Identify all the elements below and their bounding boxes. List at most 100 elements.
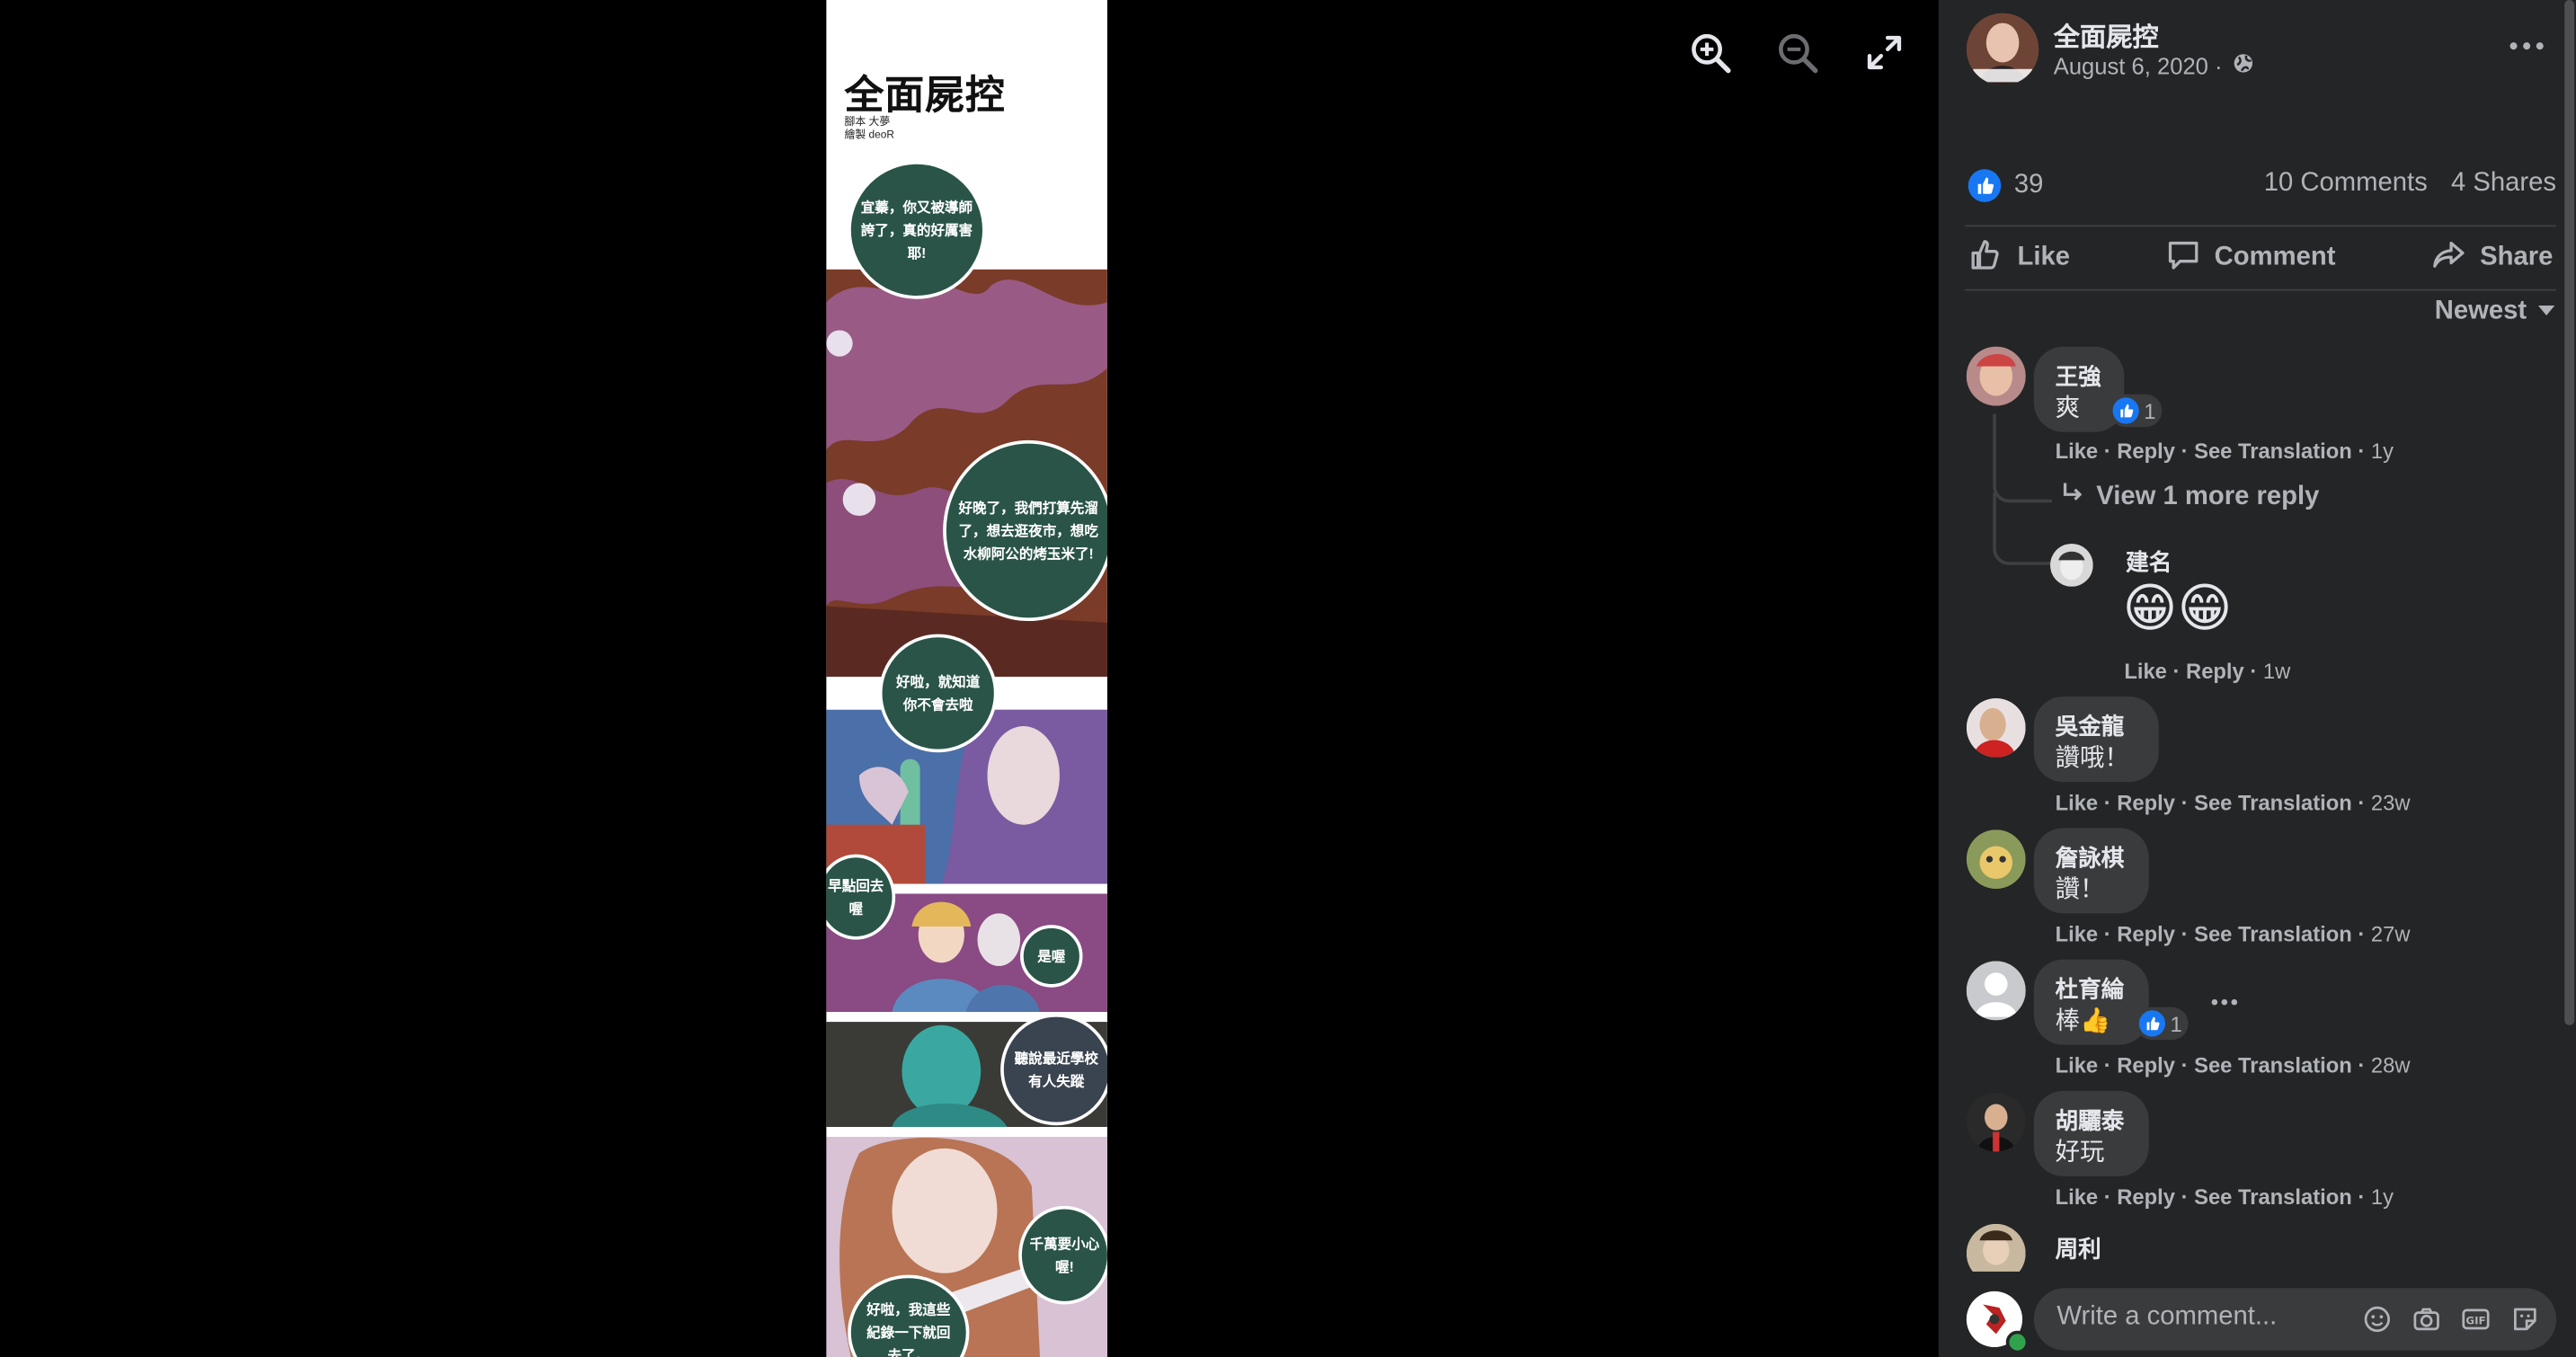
- reaction-count: 1: [2170, 1011, 2182, 1036]
- view-more-replies[interactable]: View 1 more reply: [2060, 482, 2319, 513]
- divider: [1965, 288, 2557, 291]
- gif-icon[interactable]: GIF: [2461, 1305, 2491, 1335]
- comic-speech-bubble: 宜蓁，你又被導師誇了，真的好厲害耶!: [848, 161, 986, 299]
- comment-time[interactable]: 1y: [2371, 1184, 2394, 1209]
- camera-icon[interactable]: [2412, 1305, 2441, 1335]
- commenter-avatar[interactable]: [1966, 1092, 2026, 1152]
- more-options-icon[interactable]: [2507, 30, 2553, 63]
- my-avatar[interactable]: [1966, 1290, 2030, 1354]
- comment-sort-dropdown[interactable]: Newest: [2435, 297, 2556, 327]
- like-count: 39: [2013, 171, 2044, 200]
- like-button[interactable]: Like: [1965, 235, 2074, 279]
- comment-meta: Like · Reply · See Translation · 23w: [2055, 790, 2411, 815]
- sort-label: Newest: [2434, 297, 2527, 325]
- svg-text:GIF: GIF: [2465, 1314, 2485, 1326]
- commenter-name[interactable]: 詹詠棋: [2056, 841, 2127, 874]
- comment-button[interactable]: Comment: [2162, 235, 2339, 279]
- post-date[interactable]: August 6, 2020 ·: [2054, 52, 2223, 78]
- thread-line: [1993, 492, 2052, 565]
- comment-time[interactable]: 1y: [2371, 439, 2394, 463]
- thread-line: [1993, 413, 2052, 503]
- comment-reply-link[interactable]: Reply: [2117, 439, 2175, 463]
- reply-time[interactable]: 1w: [2263, 659, 2290, 683]
- like-reaction-icon: [2138, 1010, 2166, 1037]
- comic-image[interactable]: 全面屍控 腳本 大夢 繪製 deoR 宜蓁，你又被導師誇了，真的好厲害耶! 好晚…: [826, 0, 1107, 1357]
- commenter-avatar[interactable]: [1966, 697, 2026, 758]
- like-reaction-icon: [1968, 169, 2002, 202]
- shares-count[interactable]: 4 Shares: [2451, 169, 2556, 199]
- commenter-name[interactable]: 王強: [2056, 359, 2103, 393]
- comic-credit-art: 繪製 deoR: [844, 129, 894, 142]
- commenter-name[interactable]: 胡驪泰: [2056, 1104, 2127, 1137]
- comment-like-link[interactable]: Like: [2056, 1053, 2099, 1078]
- emoji-icon[interactable]: [2362, 1305, 2392, 1335]
- commenter-name[interactable]: 杜育綸: [2056, 972, 2127, 1006]
- comment-bubble: 吳金龍 讚哦！: [2033, 696, 2159, 783]
- comment-reaction-count[interactable]: 1: [2109, 394, 2163, 428]
- comment-time[interactable]: 28w: [2371, 1053, 2411, 1078]
- replier-avatar[interactable]: [2050, 544, 2093, 587]
- comment-options-icon[interactable]: [2208, 989, 2242, 1024]
- commenter-name[interactable]: 吳金龍: [2056, 710, 2137, 743]
- comment-like-link[interactable]: Like: [2056, 790, 2099, 814]
- page-avatar[interactable]: [1966, 13, 2039, 86]
- post-actions: Like Comment Share: [1965, 226, 2556, 288]
- composer-tools: GIF: [2362, 1305, 2539, 1335]
- comment-time[interactable]: 23w: [2371, 790, 2411, 814]
- comment-like-link[interactable]: Like: [2056, 439, 2099, 463]
- reply-emoji: 😁😁: [2122, 578, 2233, 638]
- comment-like-link[interactable]: Like: [2056, 922, 2099, 946]
- comment-input-placeholder: Write a comment...: [2056, 1302, 2278, 1331]
- commenter-avatar[interactable]: [1966, 346, 2026, 406]
- like-reaction-icon: [2112, 397, 2139, 424]
- scrollbar-thumb[interactable]: [2564, 0, 2575, 1025]
- comment-reply-link[interactable]: Reply: [2117, 1053, 2175, 1078]
- zoom-in-icon[interactable]: [1689, 31, 1732, 75]
- post-sidebar: 全面屍控 August 6, 2020 · 39 10 Comments 4 S…: [1938, 0, 2576, 1357]
- comment-reaction-count[interactable]: 1: [2136, 1007, 2190, 1041]
- comment-button-label: Comment: [2214, 243, 2336, 271]
- comment-bubble: 詹詠棋 讚！: [2033, 828, 2149, 914]
- see-translation-link[interactable]: See Translation: [2194, 1053, 2352, 1078]
- sticker-icon[interactable]: [2510, 1305, 2540, 1335]
- zoom-out-icon[interactable]: [1776, 31, 1819, 75]
- post-date-row: August 6, 2020 ·: [2054, 52, 2254, 79]
- post-stats: 39 10 Comments 4 Shares: [1968, 169, 2556, 212]
- photo-viewer: 全面屍控 腳本 大夢 繪製 deoR 宜蓁，你又被導師誇了，真的好厲害耶! 好晚…: [0, 0, 1939, 1357]
- view-more-label: View 1 more reply: [2096, 482, 2320, 510]
- page-name[interactable]: 全面屍控: [2054, 14, 2159, 54]
- comment-text: 好玩: [2055, 1138, 2105, 1166]
- reply-reply-link[interactable]: Reply: [2186, 659, 2244, 683]
- reply-like-link[interactable]: Like: [2124, 659, 2167, 683]
- see-translation-link[interactable]: See Translation: [2194, 439, 2352, 463]
- comments-count[interactable]: 10 Comments: [2264, 169, 2428, 199]
- comment-meta: Like · Reply · See Translation · 1y: [2055, 439, 2394, 464]
- comment-reply-link[interactable]: Reply: [2117, 790, 2175, 814]
- share-button-label: Share: [2480, 243, 2554, 271]
- comic-speech-bubble: 好晚了，我們打算先溜了，想去逛夜市，想吃水柳阿公的烤玉米了!: [943, 439, 1107, 622]
- reply-arrow-icon: [2060, 482, 2083, 513]
- scrollbar[interactable]: [2563, 0, 2576, 1357]
- reaction-count: 1: [2144, 398, 2156, 423]
- comment-like-link[interactable]: Like: [2056, 1184, 2099, 1209]
- thumbs-up-icon: [1968, 235, 2004, 279]
- comment-meta: Like · Reply · See Translation · 27w: [2055, 921, 2411, 946]
- see-translation-link[interactable]: See Translation: [2194, 922, 2352, 946]
- reaction-summary[interactable]: 39: [1968, 169, 2044, 202]
- commenter-avatar[interactable]: [1966, 829, 2026, 890]
- default-avatar-icon[interactable]: [1966, 961, 2026, 1021]
- reply-meta: Like · Reply · 1w: [2124, 659, 2291, 684]
- fullscreen-icon[interactable]: [1863, 31, 1906, 75]
- see-translation-link[interactable]: See Translation: [2194, 1184, 2352, 1209]
- comment-time[interactable]: 27w: [2371, 922, 2411, 946]
- see-translation-link[interactable]: See Translation: [2194, 790, 2352, 814]
- comment-reply-link[interactable]: Reply: [2117, 1184, 2175, 1209]
- comment-input[interactable]: Write a comment... GIF: [2033, 1288, 2557, 1351]
- share-button[interactable]: Share: [2428, 235, 2556, 279]
- commenter-name[interactable]: 周利: [2056, 1232, 2101, 1265]
- comment-bubble: 杜育綸 棒👍: [2033, 959, 2149, 1045]
- comment-reply-link[interactable]: Reply: [2117, 922, 2175, 946]
- caret-down-icon: [2536, 297, 2556, 327]
- replier-name[interactable]: 建名: [2126, 545, 2172, 579]
- comic-speech-bubble: 好啦，就知道你不會去啦: [878, 634, 998, 753]
